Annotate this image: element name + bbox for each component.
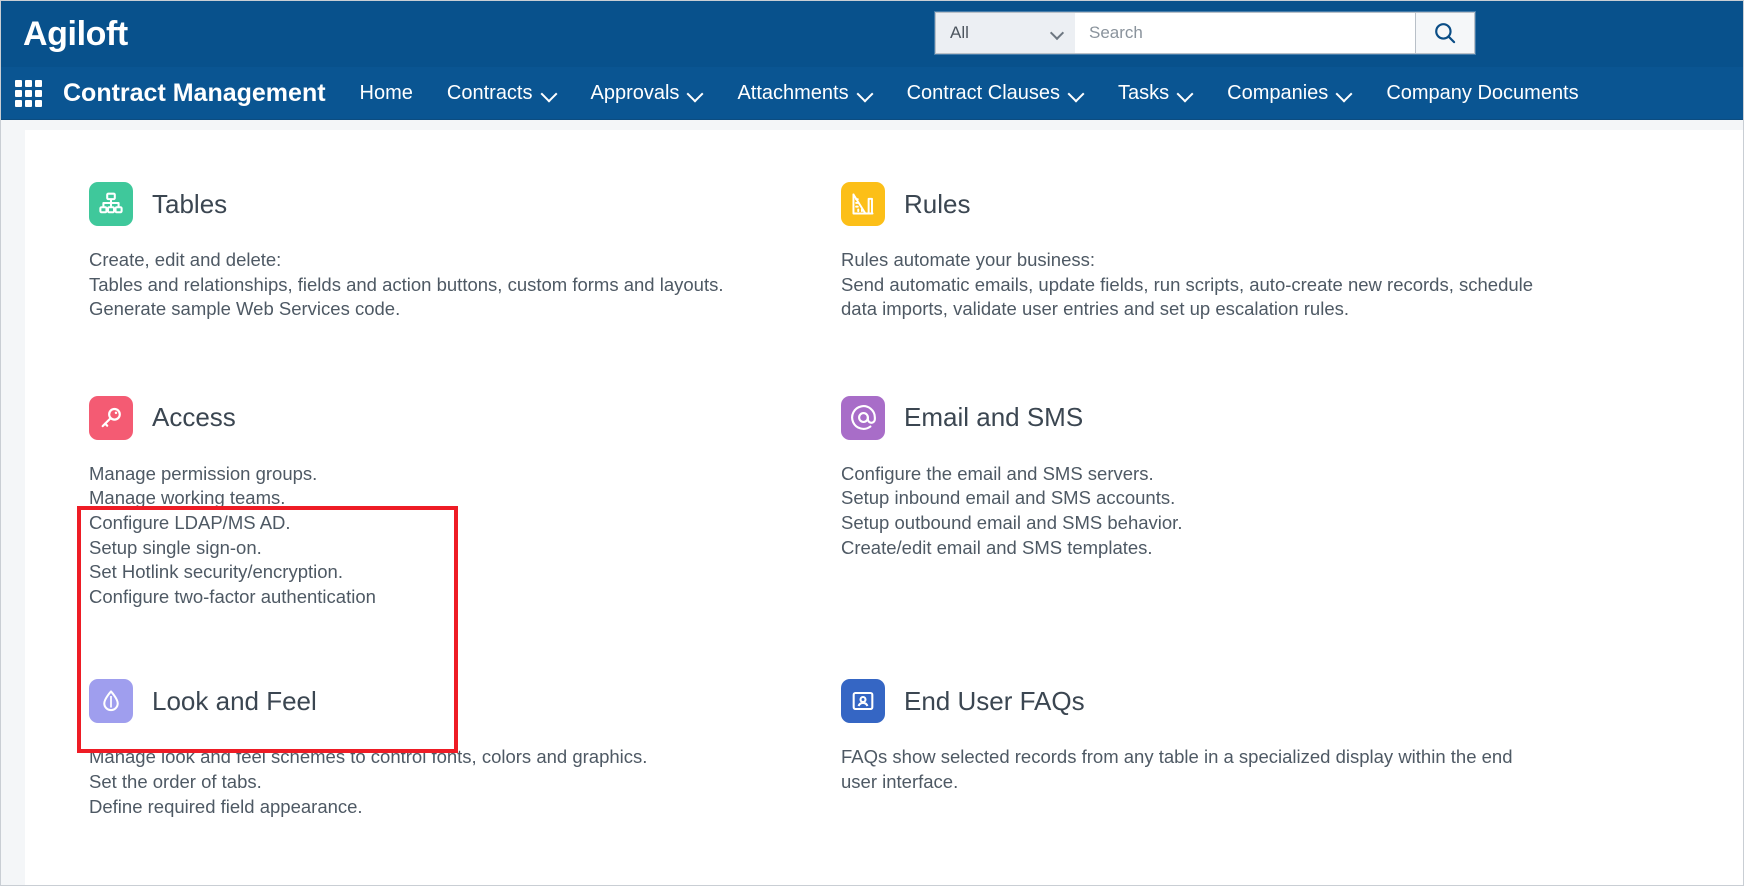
- tile-title: Tables: [152, 188, 228, 219]
- chevron-down-icon: [1052, 27, 1064, 39]
- tile-desc-line: Setup outbound email and SMS behavior.: [841, 511, 1183, 533]
- app-title: Contract Management: [63, 78, 326, 107]
- tile-title: End User FAQs: [904, 685, 1085, 716]
- tile-rules[interactable]: Rules Rules automate your business: Send…: [841, 182, 1743, 366]
- tile-header: End User FAQs: [841, 679, 1743, 724]
- nav-label: Home: [359, 81, 413, 104]
- tile-description: FAQs show selected records from any tabl…: [841, 745, 1743, 794]
- hierarchy-icon: [89, 182, 133, 226]
- tile-header: Access: [89, 395, 841, 440]
- nav-item-contract-clauses[interactable]: Contract Clauses: [907, 82, 1084, 105]
- tile-title: Look and Feel: [152, 685, 317, 716]
- tile-desc-line: user interface.: [841, 770, 959, 792]
- droplet-icon: [89, 679, 133, 724]
- tile-end-user-faqs[interactable]: End User FAQs FAQs show selected records…: [841, 653, 1743, 863]
- id-card-icon: [841, 679, 885, 724]
- key-icon: [89, 395, 133, 440]
- nav-label: Contract Clauses: [906, 81, 1061, 104]
- tile-desc-line: Send automatic emails, update fields, ru…: [841, 273, 1534, 295]
- tile-desc-line: Create, edit and delete:: [89, 249, 282, 270]
- tile-desc-line: Setup inbound email and SMS accounts.: [841, 487, 1176, 509]
- tile-header: Rules: [841, 182, 1743, 226]
- tile-desc-line: Configure the email and SMS servers.: [841, 462, 1154, 484]
- tile-desc-line: Manage permission groups.: [89, 462, 318, 484]
- page-body: Tables Create, edit and delete: Tables a…: [1, 120, 1743, 885]
- search-input[interactable]: [1075, 12, 1415, 54]
- setup-tiles-grid: Tables Create, edit and delete: Tables a…: [25, 182, 1743, 863]
- nav-label: Company Documents: [1386, 81, 1579, 104]
- nav-label: Attachments: [737, 81, 849, 104]
- tile-look-and-feel[interactable]: Look and Feel Manage look and feel schem…: [89, 653, 841, 863]
- tile-desc-line: Configure two-factor authentication: [89, 585, 376, 607]
- chevron-down-icon: [858, 86, 873, 101]
- tile-desc-line: Create/edit email and SMS templates.: [841, 536, 1153, 558]
- tile-title: Email and SMS: [904, 402, 1084, 433]
- tile-header: Email and SMS: [841, 395, 1743, 440]
- nav-label: Companies: [1227, 81, 1329, 104]
- tile-description: Manage permission groups. Manage working…: [89, 462, 841, 610]
- at-sign-icon: [841, 395, 885, 440]
- setup-panel-card: Tables Create, edit and delete: Tables a…: [25, 130, 1743, 885]
- tile-desc-line: Tables and relationships, fields and act…: [89, 273, 724, 295]
- agiloft-logo[interactable]: Agiloft: [23, 17, 128, 51]
- tile-tables[interactable]: Tables Create, edit and delete: Tables a…: [89, 182, 841, 366]
- search-scope-value: All: [950, 23, 969, 42]
- tile-desc-line: data imports, validate user entries and …: [841, 298, 1350, 320]
- search-scope-select[interactable]: All: [935, 12, 1075, 54]
- nav-label: Contracts: [446, 81, 533, 104]
- chevron-down-icon: [542, 86, 557, 101]
- nav-label: Tasks: [1118, 81, 1170, 104]
- tile-desc-line: Generate sample Web Services code.: [89, 298, 401, 320]
- search-submit-button[interactable]: [1415, 12, 1475, 54]
- tile-desc-line: Set the order of tabs.: [89, 770, 262, 792]
- top-header-bar: Agiloft All: [1, 1, 1743, 67]
- tile-desc-line: Setup single sign-on.: [89, 536, 262, 558]
- tile-header: Look and Feel: [89, 679, 841, 724]
- chevron-down-icon: [688, 86, 703, 101]
- tile-description: Configure the email and SMS servers. Set…: [841, 462, 1743, 560]
- tile-desc-line: Manage look and feel schemes to control …: [89, 746, 648, 768]
- nav-item-contracts[interactable]: Contracts: [447, 82, 557, 105]
- chevron-down-icon: [1337, 86, 1352, 101]
- tile-description: Rules automate your business: Send autom…: [841, 248, 1743, 322]
- tile-header: Tables: [89, 182, 841, 226]
- chevron-down-icon: [1178, 86, 1193, 101]
- tile-desc-line: Manage working teams.: [89, 487, 286, 509]
- ruler-icon: [841, 182, 885, 226]
- nav-item-tasks[interactable]: Tasks: [1118, 82, 1193, 105]
- apps-grid-icon[interactable]: [15, 80, 45, 107]
- tile-desc-line: Define required field appearance.: [89, 795, 363, 817]
- tile-desc-line: Configure LDAP/MS AD.: [89, 511, 291, 533]
- nav-label: Approvals: [590, 81, 680, 104]
- agiloft-admin-window: Agiloft All Contract Management: [0, 0, 1744, 886]
- nav-item-company-documents[interactable]: Company Documents: [1386, 82, 1578, 105]
- nav-item-attachments[interactable]: Attachments: [737, 82, 872, 105]
- nav-item-home[interactable]: Home: [360, 82, 413, 105]
- chevron-down-icon: [1069, 86, 1084, 101]
- nav-item-companies[interactable]: Companies: [1227, 82, 1352, 105]
- global-search: All: [935, 12, 1475, 54]
- tile-title: Rules: [904, 188, 971, 219]
- tile-desc-line: FAQs show selected records from any tabl…: [841, 746, 1513, 768]
- tile-title: Access: [152, 402, 236, 433]
- search-icon: [1432, 20, 1458, 46]
- tile-email-and-sms[interactable]: Email and SMS Configure the email and SM…: [841, 366, 1743, 654]
- tile-access[interactable]: Access Manage permission groups. Manage …: [89, 366, 841, 654]
- nav-item-approvals[interactable]: Approvals: [591, 82, 704, 105]
- main-navigation-bar: Contract Management Home Contracts Appro…: [1, 67, 1743, 120]
- tile-description: Create, edit and delete: Tables and rela…: [89, 248, 841, 322]
- tile-desc-line: Rules automate your business:: [841, 249, 1095, 270]
- tile-desc-line: Set Hotlink security/encryption.: [89, 561, 343, 583]
- tile-description: Manage look and feel schemes to control …: [89, 745, 841, 819]
